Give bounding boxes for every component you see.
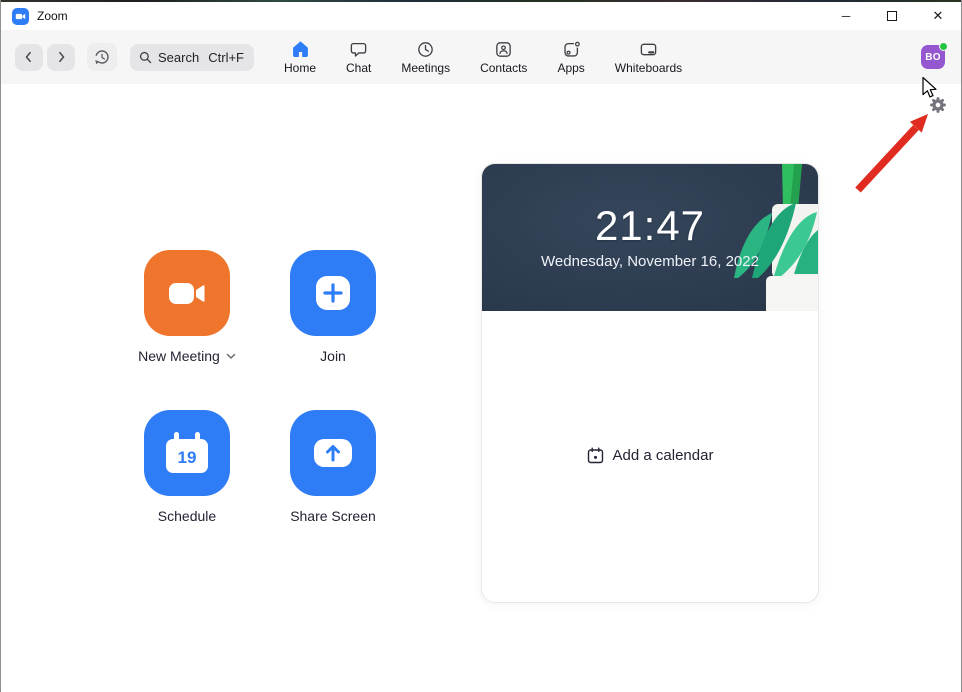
navbar: Search Ctrl+F Home Chat Meetings Contact…: [1, 30, 961, 84]
share-screen-label: Share Screen: [290, 508, 376, 524]
search-icon: [139, 51, 152, 63]
add-calendar-link[interactable]: Add a calendar: [482, 447, 818, 464]
schedule-button[interactable]: 19 Schedule: [103, 410, 271, 524]
search-input[interactable]: Search Ctrl+F: [130, 43, 254, 71]
whiteboards-icon: [639, 39, 658, 59]
search-shortcut: Ctrl+F: [208, 49, 244, 65]
chevron-left-icon: [25, 51, 31, 63]
video-camera-icon[interactable]: [144, 250, 230, 336]
tab-whiteboards-label: Whiteboards: [614, 61, 683, 75]
zoom-app-window: Zoom ─ ✕ Search Ctrl+F Home Chat Meeting…: [0, 0, 962, 692]
add-calendar-icon: [587, 447, 603, 464]
calendar-icon[interactable]: 19: [144, 410, 230, 496]
join-label: Join: [320, 348, 346, 364]
plus-icon[interactable]: [290, 250, 376, 336]
new-meeting-button[interactable]: New Meeting: [103, 250, 271, 364]
contacts-icon: [494, 39, 513, 59]
share-screen-arrow-icon[interactable]: [290, 410, 376, 496]
window-controls: ─ ✕: [823, 2, 961, 30]
tab-home-label: Home: [284, 61, 317, 75]
clock-date: Wednesday, November 16, 2022: [541, 253, 759, 270]
tab-chat[interactable]: Chat: [346, 39, 371, 75]
tab-contacts-label: Contacts: [480, 61, 528, 75]
window-title: Zoom: [37, 9, 68, 23]
tab-apps-label: Apps: [557, 61, 585, 75]
clock-banner: 21:47 Wednesday, November 16, 2022: [482, 164, 818, 311]
clock-time: 21:47: [594, 202, 706, 249]
calendar-card: 21:47 Wednesday, November 16, 2022 Add a…: [481, 163, 819, 603]
maximize-button[interactable]: [869, 2, 915, 30]
status-online-dot: [939, 42, 948, 51]
nav-tabs: Home Chat Meetings Contacts Apps Whitebo…: [284, 30, 682, 84]
tab-contacts[interactable]: Contacts: [480, 39, 527, 75]
tab-meetings-label: Meetings: [401, 61, 451, 75]
join-button[interactable]: Join: [249, 250, 417, 364]
mouse-cursor: [922, 76, 937, 98]
chevron-down-icon[interactable]: [226, 353, 236, 360]
new-meeting-label: New Meeting: [138, 348, 220, 364]
chevron-right-icon: [59, 51, 65, 63]
tab-whiteboards[interactable]: Whiteboards: [615, 39, 682, 75]
apps-icon: [562, 39, 581, 59]
back-button[interactable]: [15, 43, 43, 71]
close-button[interactable]: ✕: [915, 2, 961, 30]
maximize-icon: [887, 11, 897, 21]
search-placeholder: Search: [158, 49, 200, 65]
history-button[interactable]: [87, 43, 117, 71]
minimize-button[interactable]: ─: [823, 2, 869, 30]
home-panel: New Meeting Join 19 Schedule Share Scree…: [1, 84, 961, 692]
forward-button[interactable]: [47, 43, 75, 71]
titlebar: Zoom ─ ✕: [1, 2, 961, 30]
profile-avatar[interactable]: BO: [921, 42, 948, 69]
share-screen-button[interactable]: Share Screen: [249, 410, 417, 524]
tab-chat-label: Chat: [346, 61, 372, 75]
zoom-logo-icon: [12, 7, 29, 25]
meetings-icon: [416, 39, 435, 59]
calendar-day: 19: [177, 447, 197, 467]
history-clock-icon: [95, 50, 109, 65]
home-icon: [291, 39, 310, 59]
tab-home[interactable]: Home: [284, 39, 316, 75]
chat-icon: [349, 39, 368, 59]
add-calendar-label: Add a calendar: [612, 447, 714, 464]
schedule-label: Schedule: [157, 508, 217, 524]
tab-apps[interactable]: Apps: [557, 39, 585, 75]
tab-meetings[interactable]: Meetings: [401, 39, 450, 75]
